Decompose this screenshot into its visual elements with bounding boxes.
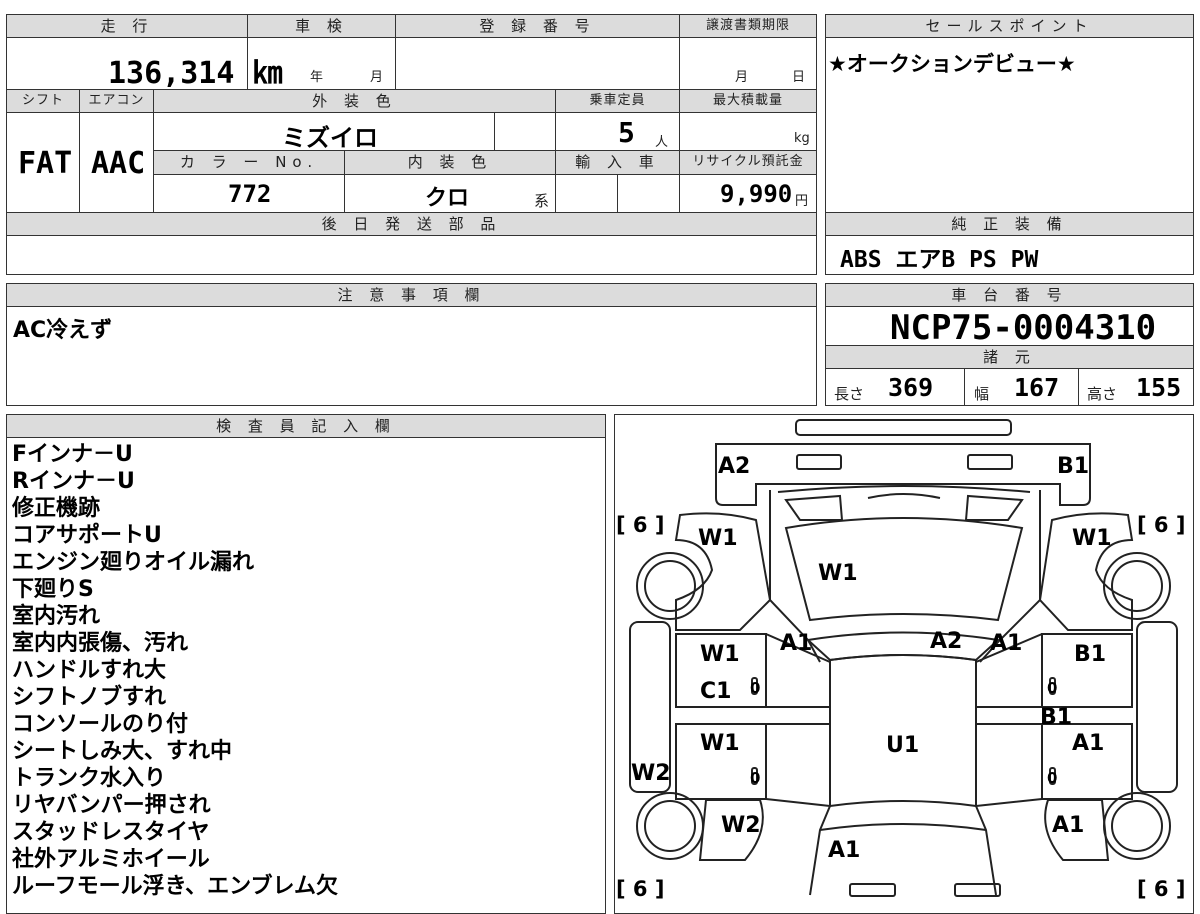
damage-code-front-left: A2 <box>718 454 750 479</box>
hood-top-line <box>777 485 1031 493</box>
damage-code-left-rear-fender: W2 <box>721 813 761 838</box>
damage-code-front-right: B1 <box>1057 454 1089 479</box>
rear-window-line <box>819 823 987 831</box>
damage-code-left-rocker: W2 <box>631 761 671 786</box>
right-door-edges <box>975 633 1043 807</box>
left-center-pillar-outline <box>676 706 830 725</box>
right-rear-tire-inner <box>1111 800 1163 852</box>
windshield-top-outline <box>805 631 1001 662</box>
zero-mark: 0 <box>1047 679 1057 697</box>
left-door-edges <box>765 633 831 807</box>
right-rear-tire-outer <box>1103 792 1171 860</box>
zero-mark: 0 <box>750 769 760 787</box>
damage-code-right-center-pillar: B1 <box>1040 705 1072 730</box>
right-taillight-outline <box>954 883 1001 897</box>
hood-center-line <box>867 493 941 499</box>
left-front-tire-inner <box>644 560 696 612</box>
front-bumper-outline <box>715 443 1091 506</box>
car-damage-diagram: [ 6 ] [ 6 ] [ 6 ] [ 6 ] A2 B1 W1 W1 W1 A… <box>616 419 1185 900</box>
front-grille-outline <box>795 419 1012 436</box>
left-taillight-outline <box>849 883 896 897</box>
roof-outline <box>829 654 977 808</box>
right-front-tire-outer <box>1103 552 1171 620</box>
left-rear-tire-outer <box>636 792 704 860</box>
left-lamp-outline <box>784 494 844 521</box>
damage-code-right-front-door: B1 <box>1074 642 1106 667</box>
damage-code-left-front-door-2: C1 <box>700 679 731 704</box>
left-front-tire-outer <box>636 552 704 620</box>
zero-mark: 0 <box>1047 769 1057 787</box>
damage-code-right-pillar: A1 <box>990 631 1022 656</box>
damage-code-hood: W1 <box>818 561 858 586</box>
damage-code-left-front-fender: W1 <box>698 526 738 551</box>
right-lamp-outline <box>964 494 1024 521</box>
damage-code-right-rear-door: A1 <box>1072 731 1104 756</box>
tire-mark-front-right: [ 6 ] <box>1137 513 1185 537</box>
damage-code-roof-front: A2 <box>930 629 962 654</box>
damage-code-left-rear-door: W1 <box>700 731 740 756</box>
right-rocker-outline <box>1136 621 1178 793</box>
right-headlight-outline <box>967 454 1013 470</box>
damage-code-left-pillar: A1 <box>780 631 812 656</box>
zero-mark: 0 <box>750 679 760 697</box>
damage-code-rear: A1 <box>828 838 860 863</box>
damage-code-left-front-door-1: W1 <box>700 642 740 667</box>
tire-mark-rear-right: [ 6 ] <box>1137 877 1185 900</box>
damage-code-right-rear-fender: A1 <box>1052 813 1084 838</box>
damage-code-roof: U1 <box>886 733 919 758</box>
tire-mark-front-left: [ 6 ] <box>616 513 664 537</box>
left-rear-tire-inner <box>644 800 696 852</box>
left-headlight-outline <box>796 454 842 470</box>
damage-code-right-front-fender: W1 <box>1072 526 1112 551</box>
tire-mark-rear-left: [ 6 ] <box>616 877 664 900</box>
right-front-tire-inner <box>1111 560 1163 612</box>
